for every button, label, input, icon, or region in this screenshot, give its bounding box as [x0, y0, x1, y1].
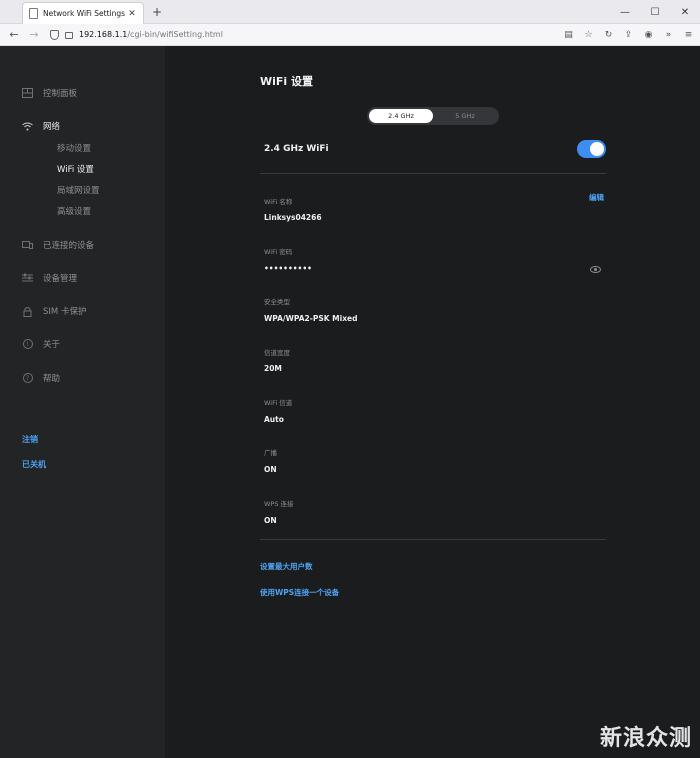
sliders-icon	[22, 273, 33, 284]
menu-icon[interactable]: ≡	[683, 30, 694, 40]
sidebar-item-label: 已连接的设备	[43, 241, 95, 251]
page-icon	[29, 8, 38, 19]
wps-connect-link[interactable]: 使用WPS连接一个设备	[260, 587, 339, 598]
url-host: 192.168.1.1	[79, 30, 128, 39]
field-label: 广播	[264, 449, 277, 457]
security-type-value: WPA/WPA2-PSK Mixed	[264, 314, 358, 323]
edit-button[interactable]: 编辑	[589, 192, 604, 203]
wifi-password-value: ••••••••••	[264, 264, 312, 273]
address-bar[interactable]: 192.168.1.1 /cgi-bin/wifiSetting.html	[46, 27, 557, 43]
sidebar-item-label: 帮助	[43, 374, 61, 384]
minimize-button[interactable]: —	[610, 0, 640, 24]
shield-icon[interactable]	[50, 29, 59, 40]
divider	[260, 173, 606, 174]
shutdown-link[interactable]: 已关机	[22, 459, 46, 470]
tab-title: Network WiFi Settings	[43, 9, 126, 18]
maximize-button[interactable]: ☐	[640, 0, 670, 24]
toolbar-icons: ▤ ☆ ↻ ⇪ ◉ » ≡	[563, 30, 694, 40]
close-window-button[interactable]: ✕	[670, 0, 700, 24]
back-button[interactable]: ←	[6, 27, 22, 43]
sidebar-item-label: 关于	[43, 340, 61, 350]
sidebar-subitem-lan[interactable]: 局域网设置	[57, 184, 100, 196]
sidebar-item-dashboard[interactable]: 控制面板	[22, 86, 77, 100]
reload-icon[interactable]: ↻	[603, 30, 614, 40]
sidebar-subitem-mobile[interactable]: 移动设置	[57, 142, 91, 154]
dashboard-icon	[22, 88, 33, 99]
field-label: 信道宽度	[264, 349, 290, 357]
page-title: WiFi 设置	[260, 75, 314, 88]
logout-link[interactable]: 注销	[22, 434, 38, 445]
sidebar-item-label: 网络	[43, 122, 61, 132]
show-password-eye-icon[interactable]	[590, 266, 601, 273]
lock-icon[interactable]	[65, 32, 73, 39]
toggle-knob	[590, 142, 604, 156]
lock-icon	[22, 306, 33, 317]
close-tab-icon[interactable]: ✕	[127, 9, 137, 19]
reader-view-icon[interactable]: ▤	[563, 30, 574, 40]
wifi-channel-value: Auto	[264, 415, 284, 424]
band-selector: 2.4 GHz 5 GHz	[367, 107, 499, 125]
wifi-name-value: Linksys04266	[264, 213, 322, 222]
set-max-users-link[interactable]: 设置最大用户数	[260, 561, 313, 572]
devices-icon	[22, 240, 33, 251]
wifi-icon	[22, 121, 33, 132]
account-icon[interactable]: ◉	[643, 30, 654, 40]
sidebar-item-label: 控制面板	[43, 89, 78, 99]
sidebar-item-label: 设备管理	[43, 274, 78, 284]
broadcast-value: ON	[264, 465, 277, 474]
sidebar-subitem-wifi[interactable]: WiFi 设置	[57, 163, 94, 175]
browser-window: Network WiFi Settings ✕ + — ☐ ✕ ← → 192.…	[0, 0, 700, 758]
field-label: WiFi 信道	[264, 399, 293, 407]
channel-width-value: 20M	[264, 364, 282, 373]
field-label: WPS 连接	[264, 500, 294, 508]
sidebar-item-about[interactable]: ! 关于	[22, 337, 60, 351]
sidebar-item-label: SIM 卡保护	[43, 307, 87, 317]
sidebar-item-device-management[interactable]: 设备管理	[22, 271, 77, 285]
url-path: /cgi-bin/wifiSetting.html	[127, 30, 223, 39]
tab-band-2-4ghz[interactable]: 2.4 GHz	[369, 109, 433, 123]
main-content: WiFi 设置 2.4 GHz 5 GHz 2.4 GHz WiFi 编辑 Wi…	[165, 46, 700, 758]
window-controls: — ☐ ✕	[610, 0, 700, 24]
sidebar: 控制面板 网络 移动设置 WiFi 设置 局域网设置 高级设置 已连接的设备 设…	[0, 46, 165, 758]
tab-band-5ghz[interactable]: 5 GHz	[433, 109, 497, 123]
wps-value: ON	[264, 516, 277, 525]
router-admin-app: 控制面板 网络 移动设置 WiFi 设置 局域网设置 高级设置 已连接的设备 设…	[0, 46, 700, 758]
sidebar-subitem-advanced[interactable]: 高级设置	[57, 205, 91, 217]
help-icon: ?	[22, 373, 33, 384]
tab-strip: Network WiFi Settings ✕ + — ☐ ✕	[0, 0, 700, 24]
bookmark-star-icon[interactable]: ☆	[583, 30, 594, 40]
field-label: 安全类型	[264, 298, 290, 306]
navigation-bar: ← → 192.168.1.1 /cgi-bin/wifiSetting.htm…	[0, 24, 700, 46]
wifi-enable-toggle[interactable]	[577, 140, 606, 158]
new-tab-button[interactable]: +	[150, 3, 164, 21]
wifi-band-heading: 2.4 GHz WiFi	[264, 144, 329, 154]
info-icon: !	[22, 339, 33, 350]
sidebar-item-network[interactable]: 网络	[22, 119, 60, 133]
field-label: WiFi 名称	[264, 198, 293, 206]
sidebar-item-help[interactable]: ? 帮助	[22, 371, 60, 385]
forward-button[interactable]: →	[26, 27, 42, 43]
sidebar-item-sim-protection[interactable]: SIM 卡保护	[22, 304, 86, 318]
extensions-icon[interactable]: »	[663, 30, 674, 40]
divider	[260, 539, 606, 540]
sidebar-item-connected-devices[interactable]: 已连接的设备	[22, 238, 94, 252]
save-icon[interactable]: ⇪	[623, 30, 634, 40]
watermark: 新浪众测	[599, 726, 692, 751]
field-label: WiFi 密码	[264, 248, 293, 256]
browser-tab[interactable]: Network WiFi Settings ✕	[22, 2, 144, 24]
